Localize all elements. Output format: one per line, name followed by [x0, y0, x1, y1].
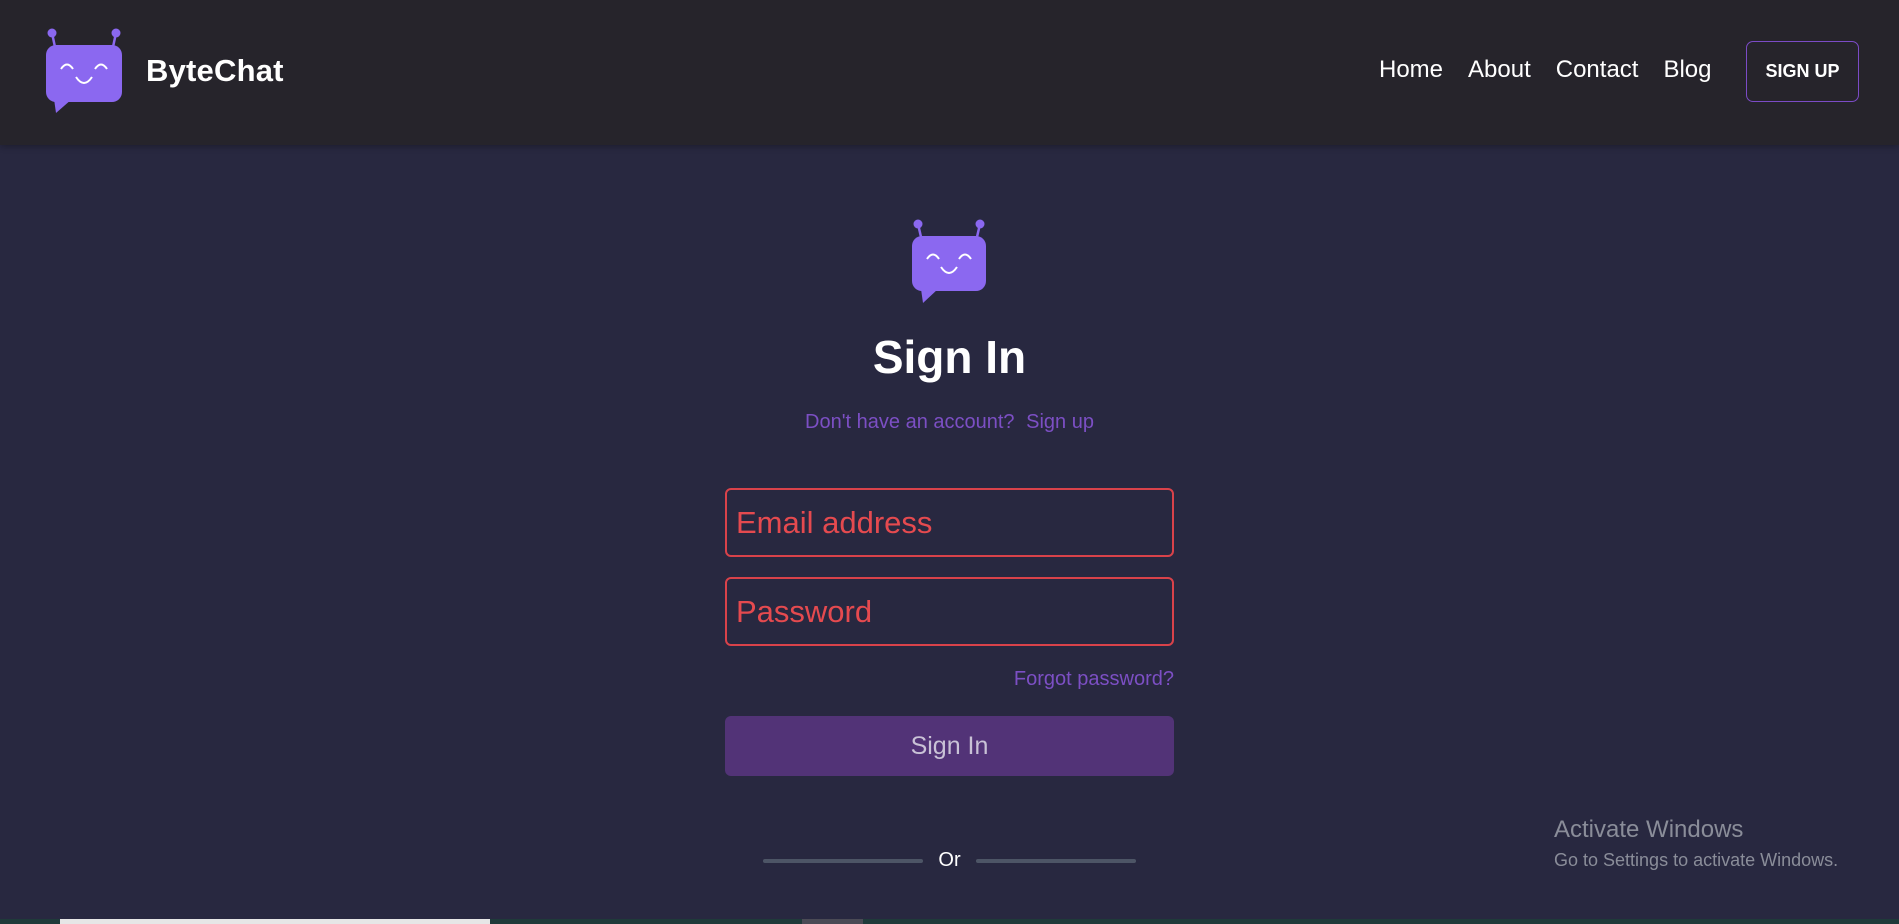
divider-text: Or	[938, 849, 961, 871]
signin-button[interactable]: Sign In	[725, 716, 1174, 776]
email-field[interactable]	[725, 488, 1174, 557]
logo-icon	[46, 28, 122, 113]
page-title: Sign In	[872, 331, 1027, 383]
nav-signup-button[interactable]: SIGN UP	[1746, 41, 1859, 102]
nav-link-blog[interactable]: Blog	[1663, 55, 1711, 85]
activate-windows-watermark: Activate Windows Go to Settings to activ…	[1554, 816, 1838, 871]
watermark-subtitle: Go to Settings to activate Windows.	[1554, 850, 1839, 870]
scroll-thumb[interactable]	[802, 919, 863, 924]
nav-link-about[interactable]: About	[1468, 55, 1531, 85]
brand[interactable]: ByteChat	[44, 27, 284, 115]
divider-line-left	[763, 859, 923, 863]
horizontal-scrollbar[interactable]	[60, 919, 490, 924]
account-prompt-text: Don't have an account?	[805, 411, 1015, 433]
nav-link-home[interactable]: Home	[1379, 55, 1443, 85]
account-prompt-line: Don't have an account? Sign up	[0, 411, 1899, 434]
password-field[interactable]	[725, 577, 1174, 646]
nav-link-contact[interactable]: Contact	[1556, 55, 1639, 85]
watermark-title: Activate Windows	[1554, 816, 1744, 843]
logo-icon	[912, 219, 986, 303]
navbar: ByteChat Home About Contact Blog SIGN UP	[0, 0, 1899, 145]
divider-line-right	[976, 859, 1136, 863]
brand-name: ByteChat	[146, 53, 284, 88]
nav-links: Home About Contact Blog	[1379, 55, 1737, 85]
signup-link[interactable]: Sign up	[1026, 411, 1094, 433]
forgot-password-link[interactable]: Forgot password?	[725, 668, 1174, 691]
